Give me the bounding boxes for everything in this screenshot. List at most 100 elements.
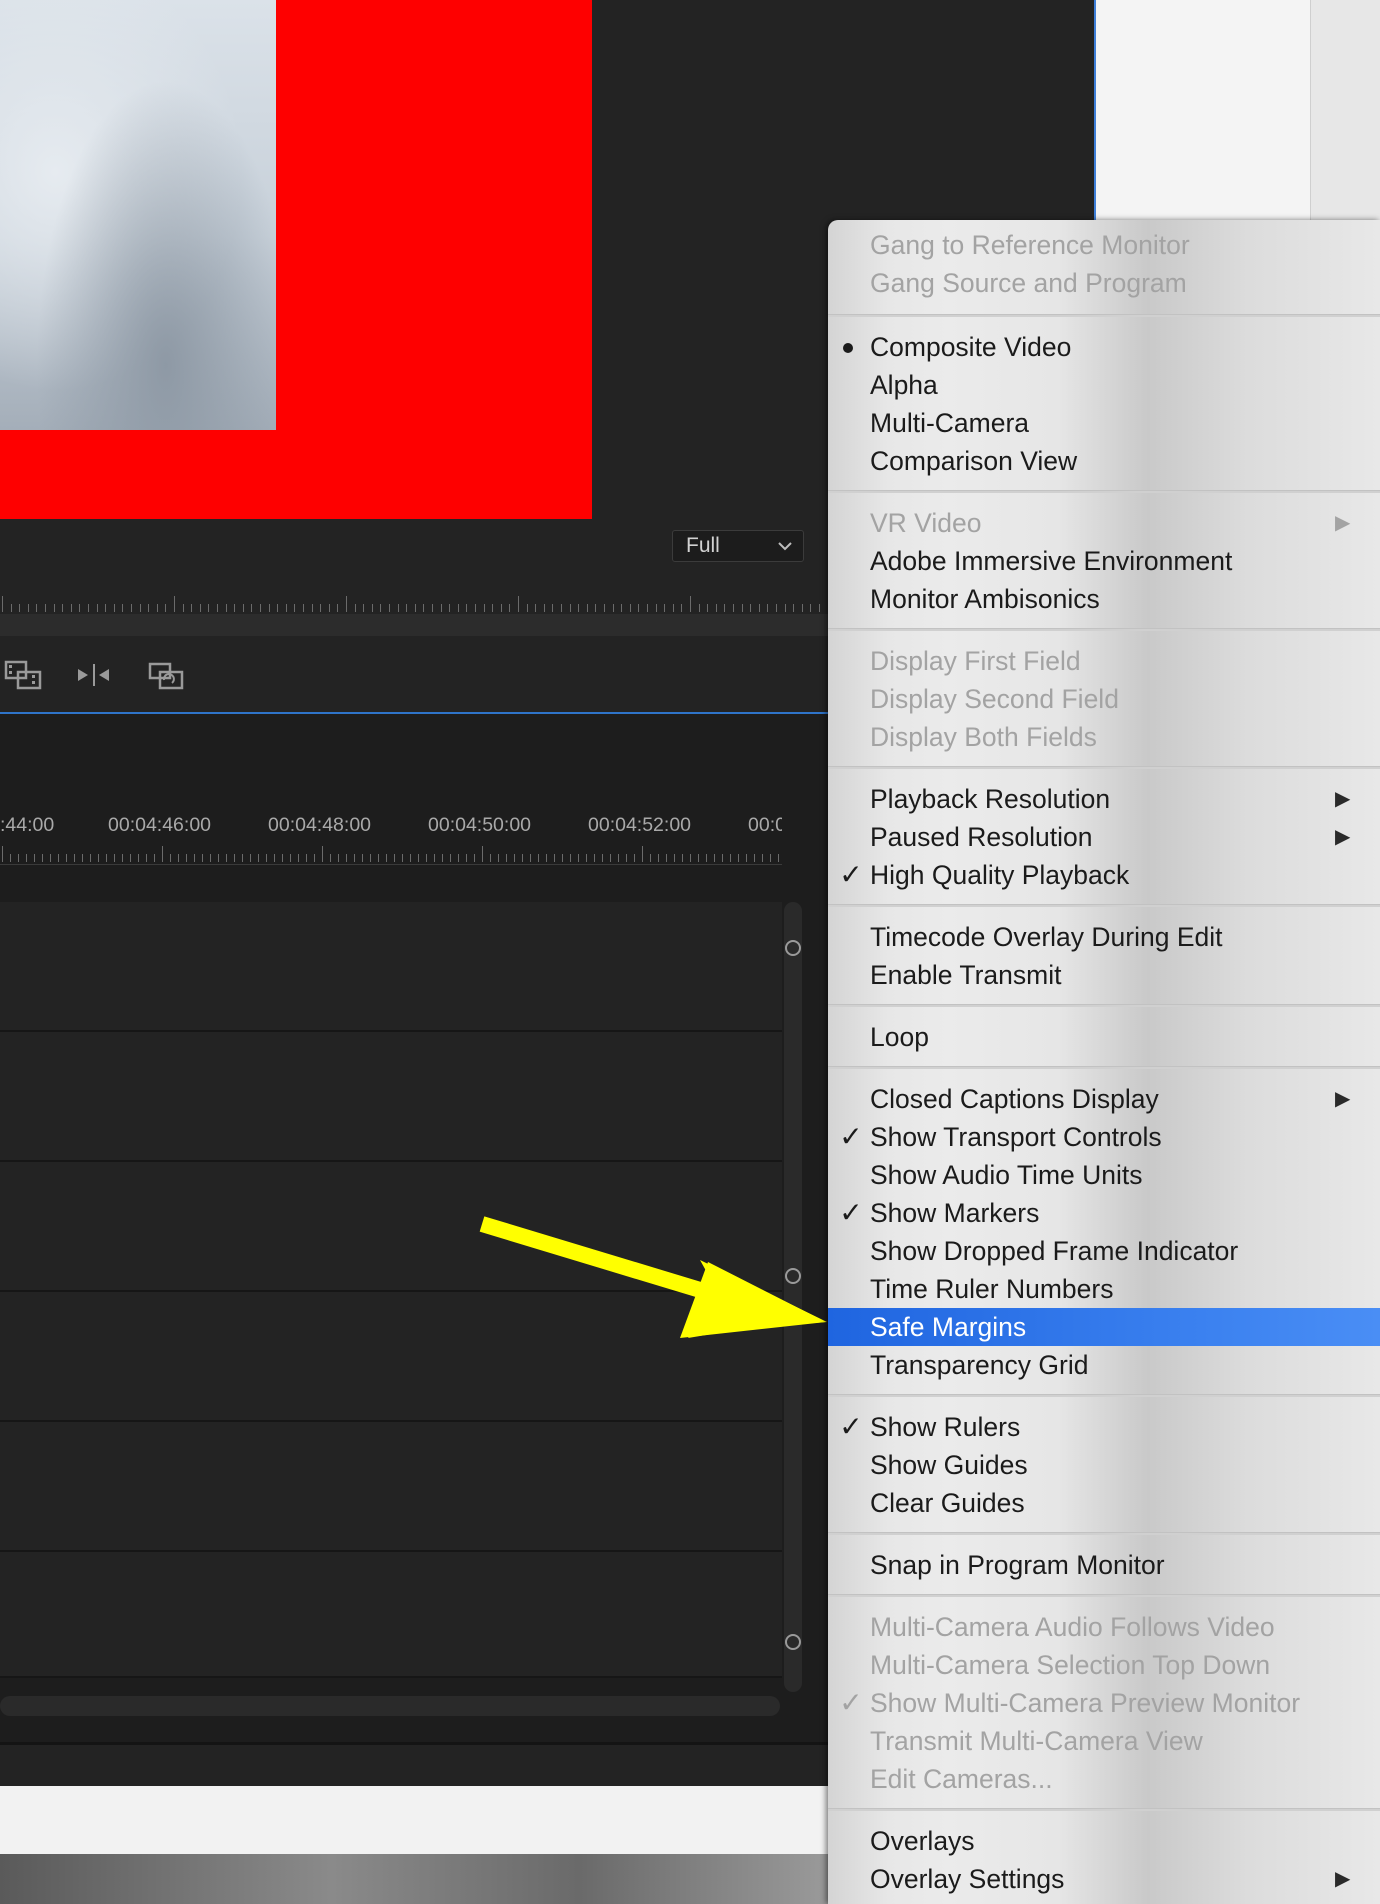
monitor-time-ruler[interactable]	[0, 586, 855, 614]
menu-item-snap-in-program-monitor[interactable]: Snap in Program Monitor	[828, 1546, 1380, 1584]
menu-separator	[828, 314, 1380, 317]
menu-item-overlay-settings[interactable]: Overlay Settings ▶	[828, 1860, 1380, 1898]
timeline-track[interactable]	[0, 1552, 782, 1678]
menu-item-alpha[interactable]: Alpha	[828, 366, 1380, 404]
menu-item-show-markers[interactable]: ✓ Show Markers	[828, 1194, 1380, 1232]
menu-item-display-first-field[interactable]: Display First Field	[828, 642, 1380, 680]
background-window-scrollbar	[1310, 0, 1380, 225]
ruler-tick	[682, 854, 683, 862]
ruler-tick	[490, 854, 491, 862]
menu-item-transparency-grid[interactable]: Transparency Grid	[828, 1346, 1380, 1384]
timeline-track[interactable]	[0, 902, 782, 1032]
ruler-tick	[139, 604, 141, 612]
menu-item-multi-camera-audio-follows-video[interactable]: Multi-Camera Audio Follows Video	[828, 1608, 1380, 1646]
menu-item-overlays[interactable]: Overlays	[828, 1822, 1380, 1860]
menu-item-composite-video[interactable]: Composite Video	[828, 328, 1380, 366]
timeline-horizontal-scrollbar[interactable]	[0, 1696, 780, 1716]
menu-item-show-dropped-frame-indicator[interactable]: Show Dropped Frame Indicator	[828, 1232, 1380, 1270]
trim-button[interactable]	[74, 658, 114, 692]
timecode-label: 00:04:48:00	[268, 814, 372, 836]
ruler-tick	[410, 854, 411, 862]
menu-item-multi-camera[interactable]: Multi-Camera	[828, 404, 1380, 442]
ruler-tick	[354, 854, 355, 862]
ruler-tick	[483, 604, 485, 612]
ruler-tick	[750, 604, 752, 612]
ruler-tick	[394, 854, 395, 862]
ruler-tick	[690, 596, 691, 612]
menu-item-safe-margins[interactable]: Safe Margins	[828, 1308, 1380, 1346]
timeline-track[interactable]	[0, 1032, 782, 1162]
ruler-tick	[74, 854, 75, 862]
ruler-tick	[621, 604, 623, 612]
transport-controls	[0, 636, 828, 714]
ruler-tick	[626, 854, 627, 862]
timeline-track[interactable]	[0, 1422, 782, 1552]
scroll-handle[interactable]	[785, 940, 801, 956]
ruler-tick	[767, 604, 769, 612]
menu-item-high-quality-playback[interactable]: ✓ High Quality Playback	[828, 856, 1380, 894]
ruler-tick	[594, 854, 595, 862]
checkmark-icon: ✓	[839, 1411, 863, 1442]
menu-item-show-rulers[interactable]: ✓ Show Rulers	[828, 1408, 1380, 1446]
menu-item-monitor-ambisonics[interactable]: Monitor Ambisonics	[828, 580, 1380, 618]
menu-item-playback-resolution[interactable]: Playback Resolution ▶	[828, 780, 1380, 818]
ruler-tick	[225, 604, 227, 612]
ruler-tick	[681, 604, 683, 612]
menu-item-enable-transmit[interactable]: Enable Transmit	[828, 956, 1380, 994]
ruler-tick	[66, 854, 67, 862]
ruler-tick	[10, 854, 11, 862]
compare-icon	[148, 662, 184, 690]
menu-item-display-both-fields[interactable]: Display Both Fields	[828, 718, 1380, 756]
monitor-zoom-scrollbar[interactable]	[0, 614, 828, 636]
ruler-tick	[758, 604, 760, 612]
menu-item-display-second-field[interactable]: Display Second Field	[828, 680, 1380, 718]
ruler-tick	[569, 604, 571, 612]
video-frame-image	[0, 0, 276, 430]
ruler-tick	[426, 854, 427, 862]
ruler-tick	[320, 604, 322, 612]
menu-item-multi-camera-selection-top-down[interactable]: Multi-Camera Selection Top Down	[828, 1646, 1380, 1684]
ruler-tick	[178, 854, 179, 862]
menu-item-comparison-view[interactable]: Comparison View	[828, 442, 1380, 480]
ruler-tick	[337, 604, 339, 612]
menu-item-show-guides[interactable]: Show Guides	[828, 1446, 1380, 1484]
ruler-tick	[506, 854, 507, 862]
menu-item-paused-resolution[interactable]: Paused Resolution ▶	[828, 818, 1380, 856]
export-frame-button[interactable]	[4, 658, 44, 692]
desktop-background	[0, 1854, 828, 1904]
ruler-tick	[746, 854, 747, 862]
ruler-tick	[672, 604, 674, 612]
timeline-time-ruler[interactable]	[0, 846, 782, 865]
scroll-handle[interactable]	[785, 1634, 801, 1650]
menu-item-edit-cameras[interactable]: Edit Cameras...	[828, 1760, 1380, 1798]
ruler-tick	[801, 604, 803, 612]
menu-item-adobe-immersive-environment[interactable]: Adobe Immersive Environment	[828, 542, 1380, 580]
menu-item-show-audio-time-units[interactable]: Show Audio Time Units	[828, 1156, 1380, 1194]
menu-item-gang-source-and-program[interactable]: Gang Source and Program	[828, 264, 1380, 302]
menu-item-closed-captions-display[interactable]: Closed Captions Display ▶	[828, 1080, 1380, 1118]
ruler-tick	[634, 854, 635, 862]
menu-item-clear-guides[interactable]: Clear Guides	[828, 1484, 1380, 1522]
ruler-tick	[418, 854, 419, 862]
ruler-tick	[2, 846, 3, 862]
menu-item-loop[interactable]: Loop	[828, 1018, 1380, 1056]
ruler-tick	[386, 854, 387, 862]
ruler-tick	[234, 604, 236, 612]
ruler-tick	[154, 854, 155, 862]
ruler-tick	[226, 854, 227, 862]
ruler-tick	[162, 846, 163, 862]
menu-item-show-transport-controls[interactable]: ✓ Show Transport Controls	[828, 1118, 1380, 1156]
ruler-tick	[250, 854, 251, 862]
menu-item-transmit-multi-camera-view[interactable]: Transmit Multi-Camera View	[828, 1722, 1380, 1760]
ruler-tick	[449, 604, 451, 612]
menu-separator	[828, 1394, 1380, 1397]
ruler-tick	[538, 854, 539, 862]
menu-item-time-ruler-numbers[interactable]: Time Ruler Numbers	[828, 1270, 1380, 1308]
menu-item-show-multi-camera-preview-monitor[interactable]: ✓ Show Multi-Camera Preview Monitor	[828, 1684, 1380, 1722]
zoom-level-dropdown[interactable]: Full	[672, 530, 804, 562]
menu-item-gang-to-reference-monitor[interactable]: Gang to Reference Monitor	[828, 226, 1380, 264]
ruler-tick	[647, 604, 648, 612]
compare-view-button[interactable]	[146, 658, 186, 692]
menu-item-timecode-overlay-during-edit[interactable]: Timecode Overlay During Edit	[828, 918, 1380, 956]
menu-item-vr-video[interactable]: VR Video ▶	[828, 504, 1380, 542]
